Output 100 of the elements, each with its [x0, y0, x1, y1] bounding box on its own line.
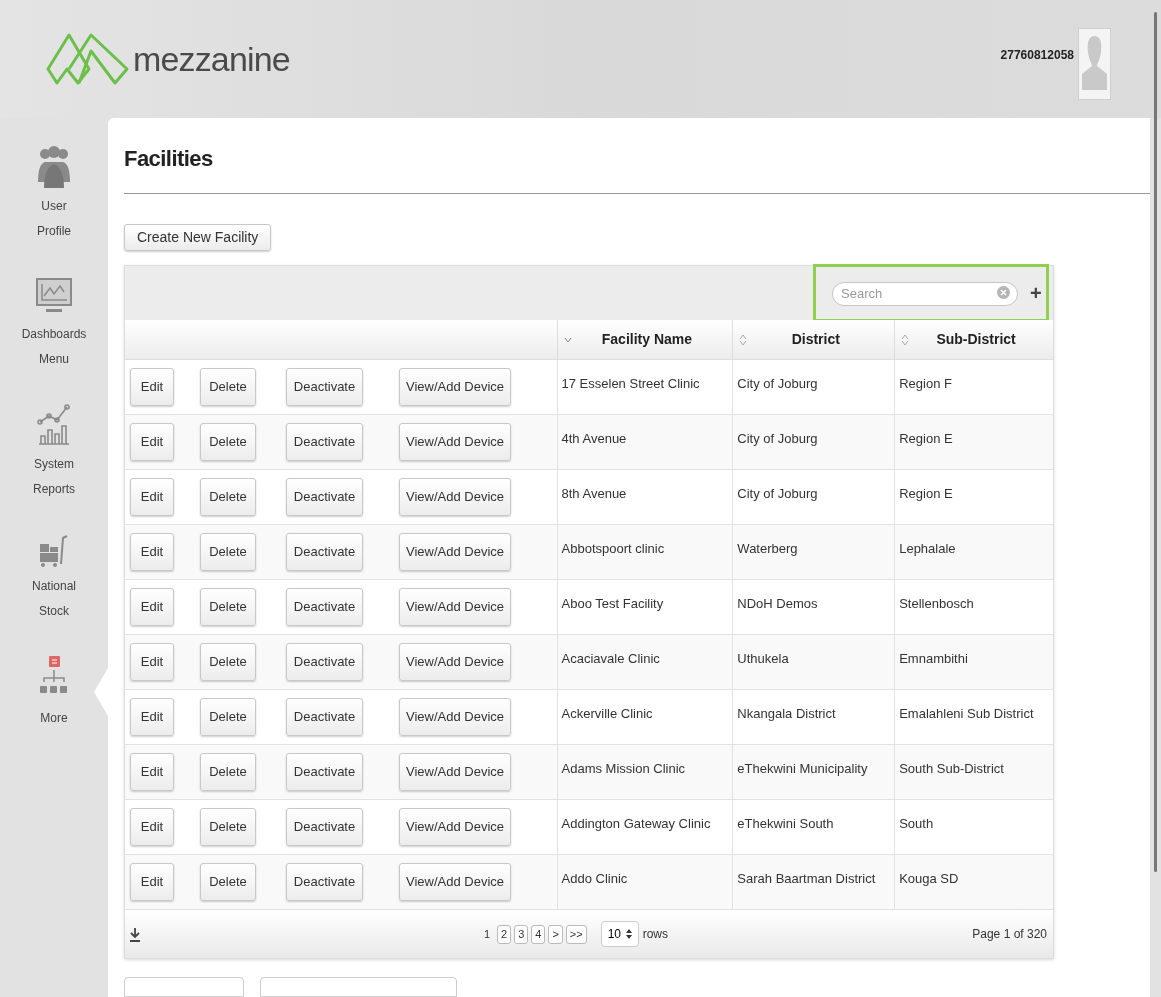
table-cell: Waterberg [732, 525, 895, 579]
edit-button[interactable]: Edit [130, 643, 174, 681]
edit-button[interactable]: Edit [130, 478, 174, 516]
page-button[interactable]: 2 [497, 924, 512, 944]
column-header[interactable]: District [732, 320, 895, 359]
clear-icon[interactable] [997, 286, 1010, 299]
partial-button[interactable] [124, 977, 244, 997]
table-cell: Acaciavale Clinic [556, 635, 733, 689]
delete-button[interactable]: Delete [200, 643, 256, 681]
deactivate-button[interactable]: Deactivate [286, 808, 363, 846]
table-cell: Addington Gateway Clinic [556, 800, 733, 854]
view-device-button[interactable]: View/Add Device [399, 368, 511, 406]
table-cell: Adams Mission Clinic [556, 745, 733, 799]
partial-button[interactable] [260, 977, 457, 997]
scrollbar[interactable] [1154, 12, 1157, 872]
edit-button[interactable]: Edit [130, 588, 174, 626]
deactivate-button[interactable]: Deactivate [286, 478, 363, 516]
delete-button[interactable]: Delete [200, 753, 256, 791]
delete-button[interactable]: Delete [200, 588, 256, 626]
edit-button[interactable]: Edit [130, 753, 174, 791]
logo-text: mezzanine [133, 38, 290, 80]
page-button[interactable]: 3 [514, 924, 529, 944]
view-device-button[interactable]: View/Add Device [399, 588, 511, 626]
page-button[interactable]: > [548, 924, 563, 944]
table-cell: Uthukela [732, 635, 895, 689]
delete-button[interactable]: Delete [200, 863, 256, 901]
delete-button[interactable]: Delete [200, 423, 256, 461]
edit-button[interactable]: Edit [130, 808, 174, 846]
view-device-button[interactable]: View/Add Device [399, 753, 511, 791]
table-cell: South [894, 800, 1053, 854]
view-device-button[interactable]: View/Add Device [399, 478, 511, 516]
view-device-button[interactable]: View/Add Device [399, 643, 511, 681]
sort-icon[interactable] [901, 333, 910, 346]
table-cell: Emalahleni Sub District [894, 690, 1053, 744]
avatar-icon[interactable] [1078, 28, 1111, 100]
user-id: 27760812058 [1000, 47, 1074, 64]
sidebar-item[interactable]: User Profile [0, 144, 108, 244]
deactivate-button[interactable]: Deactivate [286, 533, 363, 571]
sort-caret-icon[interactable] [563, 336, 572, 343]
table-cell: City of Joburg [732, 415, 895, 469]
edit-button[interactable]: Edit [130, 533, 174, 571]
view-device-button[interactable]: View/Add Device [399, 808, 511, 846]
delete-button[interactable]: Delete [200, 808, 256, 846]
users-icon [36, 144, 72, 188]
page-info: Page 1 of 320 [972, 926, 1048, 943]
edit-button[interactable]: Edit [130, 698, 174, 736]
deactivate-button[interactable]: Deactivate [286, 863, 363, 901]
table-cell: 4th Avenue [556, 415, 733, 469]
deactivate-button[interactable]: Deactivate [286, 643, 363, 681]
logo-icon [45, 31, 131, 87]
column-header[interactable]: Sub-District [894, 320, 1053, 359]
page-button[interactable]: 1 [480, 924, 494, 944]
page-button[interactable]: 4 [531, 924, 546, 944]
sidebar-item[interactable]: System Reports [0, 404, 108, 502]
table-cell: Lephalale [894, 525, 1053, 579]
view-device-button[interactable]: View/Add Device [399, 698, 511, 736]
table-cell: Region E [894, 470, 1053, 524]
table-cell: City of Joburg [732, 360, 895, 414]
stepper-icon [625, 929, 632, 939]
delete-button[interactable]: Delete [200, 698, 256, 736]
view-device-button[interactable]: View/Add Device [399, 863, 511, 901]
deactivate-button[interactable]: Deactivate [286, 698, 363, 736]
table-cell: Kouga SD [894, 855, 1053, 909]
table-cell: 8th Avenue [556, 470, 733, 524]
rows-select[interactable]: 10 [600, 921, 639, 947]
column-header[interactable]: Facility Name [556, 320, 733, 359]
view-device-button[interactable]: View/Add Device [399, 423, 511, 461]
table-cell: Ackerville Clinic [556, 690, 733, 744]
table-cell: 17 Esselen Street Clinic [556, 360, 733, 414]
table-cell: Stellenbosch [894, 580, 1053, 634]
deactivate-button[interactable]: Deactivate [286, 368, 363, 406]
delete-button[interactable]: Delete [200, 533, 256, 571]
chart-icon [37, 404, 71, 446]
sidebar-item[interactable]: Dashboards Menu [0, 276, 108, 372]
add-button[interactable]: + [1030, 283, 1042, 303]
deactivate-button[interactable]: Deactivate [286, 588, 363, 626]
view-device-button[interactable]: View/Add Device [399, 533, 511, 571]
download-icon[interactable] [129, 926, 141, 942]
delete-button[interactable]: Delete [200, 478, 256, 516]
create-facility-button[interactable]: Create New Facility [124, 223, 272, 251]
delete-button[interactable]: Delete [200, 368, 256, 406]
deactivate-button[interactable]: Deactivate [286, 753, 363, 791]
table-cell: Nkangala District [732, 690, 895, 744]
page-title: Facilities [124, 145, 213, 173]
edit-button[interactable]: Edit [130, 863, 174, 901]
sort-icon[interactable] [739, 333, 748, 346]
table-cell: South Sub-District [894, 745, 1053, 799]
search-field[interactable]: Search [832, 281, 1018, 306]
page-button[interactable]: >> [565, 924, 587, 944]
rows-label: rows [642, 926, 668, 943]
deactivate-button[interactable]: Deactivate [286, 423, 363, 461]
edit-button[interactable]: Edit [130, 368, 174, 406]
table-cell: Abbotspoort clinic [556, 525, 733, 579]
table-cell: NDoH Demos [732, 580, 895, 634]
table-cell: City of Joburg [732, 470, 895, 524]
table-cell: Aboo Test Facility [556, 580, 733, 634]
edit-button[interactable]: Edit [130, 423, 174, 461]
table-cell: Emnambithi [894, 635, 1053, 689]
table-cell: Addo Clinic [556, 855, 733, 909]
sidebar-item[interactable]: National Stock [0, 534, 108, 624]
